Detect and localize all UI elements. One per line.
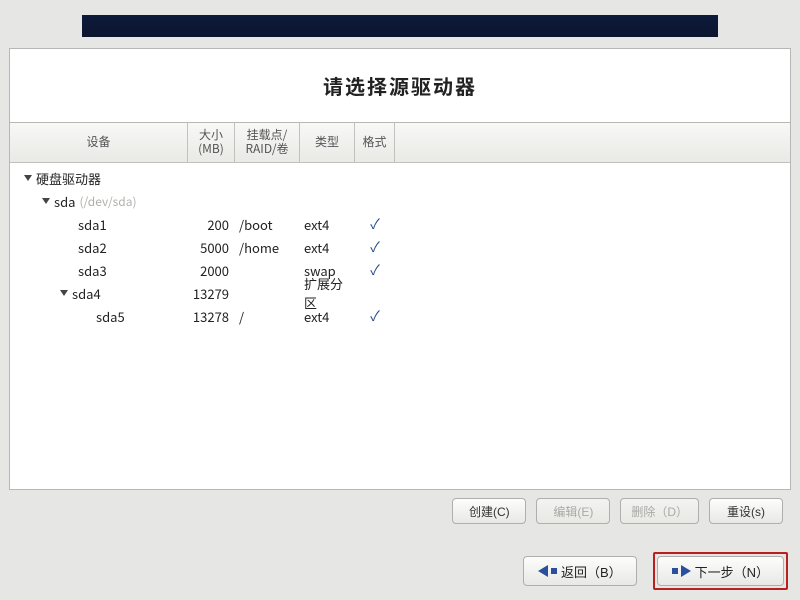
device-name: 硬盘驱动器	[36, 169, 101, 188]
expander-icon[interactable]	[60, 290, 68, 296]
col-type[interactable]: 类型	[300, 123, 355, 162]
cell-device: sda3	[10, 261, 188, 280]
cell-type: ext4	[300, 215, 355, 234]
table-row[interactable]: 硬盘驱动器	[10, 167, 790, 190]
edit-button: 编辑(E)	[536, 498, 610, 524]
col-format[interactable]: 格式	[355, 123, 395, 162]
next-button[interactable]: 下一步（N）	[657, 556, 784, 586]
main-panel: 请选择源驱动器 设备 大小 (MB) 挂载点/ RAID/卷 类型 格式 硬盘驱…	[9, 48, 791, 490]
table-row[interactable]: sda32000swap✓	[10, 259, 790, 282]
action-bar: 创建(C) 编辑(E) 删除（D） 重设(s)	[9, 494, 791, 524]
create-button[interactable]: 创建(C)	[452, 498, 526, 524]
next-button-highlight: 下一步（N）	[653, 552, 788, 590]
back-label: 返回（B）	[561, 562, 622, 581]
cell-device: sda4	[10, 284, 188, 303]
back-button[interactable]: 返回（B）	[523, 556, 637, 586]
nav-bar: 返回（B） 下一步（N）	[523, 552, 788, 590]
title-bar	[82, 15, 718, 37]
cell-size: 13279	[188, 284, 235, 303]
cell-format: ✓	[355, 306, 395, 326]
arrow-right-icon	[681, 565, 691, 577]
cell-format: ✓	[355, 214, 395, 234]
col-device[interactable]: 设备	[10, 123, 188, 162]
cell-size: 13278	[188, 307, 235, 326]
cell-format: ✓	[355, 237, 395, 257]
cell-mp: /home	[235, 238, 300, 257]
expander-icon[interactable]	[42, 198, 50, 204]
table-header: 设备 大小 (MB) 挂载点/ RAID/卷 类型 格式	[10, 123, 790, 163]
device-name: sda	[54, 192, 75, 211]
cell-mp: /boot	[235, 215, 300, 234]
table-body: 硬盘驱动器sda(/dev/sda)sda1200/bootext4✓sda25…	[10, 163, 790, 328]
cell-device: 硬盘驱动器	[10, 169, 188, 188]
cell-type: ext4	[300, 238, 355, 257]
next-label: 下一步（N）	[695, 562, 769, 581]
expander-icon[interactable]	[24, 175, 32, 181]
delete-button: 删除（D）	[620, 498, 699, 524]
device-name: sda2	[78, 238, 107, 257]
table-row[interactable]: sda2 5000/homeext4✓	[10, 236, 790, 259]
cell-device: sda(/dev/sda)	[10, 192, 188, 211]
table-row[interactable]: sda(/dev/sda)	[10, 190, 790, 213]
table-row[interactable]: sda1 200/bootext4✓	[10, 213, 790, 236]
arrow-left-icon	[538, 565, 548, 577]
cell-size: 200	[188, 215, 235, 234]
panel-title: 请选择源驱动器	[10, 49, 790, 122]
partition-table: 设备 大小 (MB) 挂载点/ RAID/卷 类型 格式 硬盘驱动器 sda(/d…	[10, 122, 790, 477]
reset-button[interactable]: 重设(s)	[709, 498, 783, 524]
device-path-hint: (/dev/sda)	[79, 193, 136, 210]
cell-device: sda1	[10, 215, 188, 234]
device-name: sda3	[78, 261, 107, 280]
device-name: sda1	[78, 215, 107, 234]
col-mountpoint[interactable]: 挂载点/ RAID/卷	[235, 123, 300, 162]
device-name: sda5	[96, 307, 125, 326]
cell-mp: /	[235, 307, 300, 326]
col-size[interactable]: 大小 (MB)	[188, 123, 235, 162]
cell-format: ✓	[355, 260, 395, 280]
cell-size: 2000	[188, 261, 235, 280]
cell-device: sda5	[10, 307, 188, 326]
cell-size: 5000	[188, 238, 235, 257]
device-name: sda4	[72, 284, 101, 303]
table-row[interactable]: sda413279扩展分区	[10, 282, 790, 305]
table-row[interactable]: sda5 13278/ext4✓	[10, 305, 790, 328]
cell-device: sda2	[10, 238, 188, 257]
cell-type: ext4	[300, 307, 355, 326]
